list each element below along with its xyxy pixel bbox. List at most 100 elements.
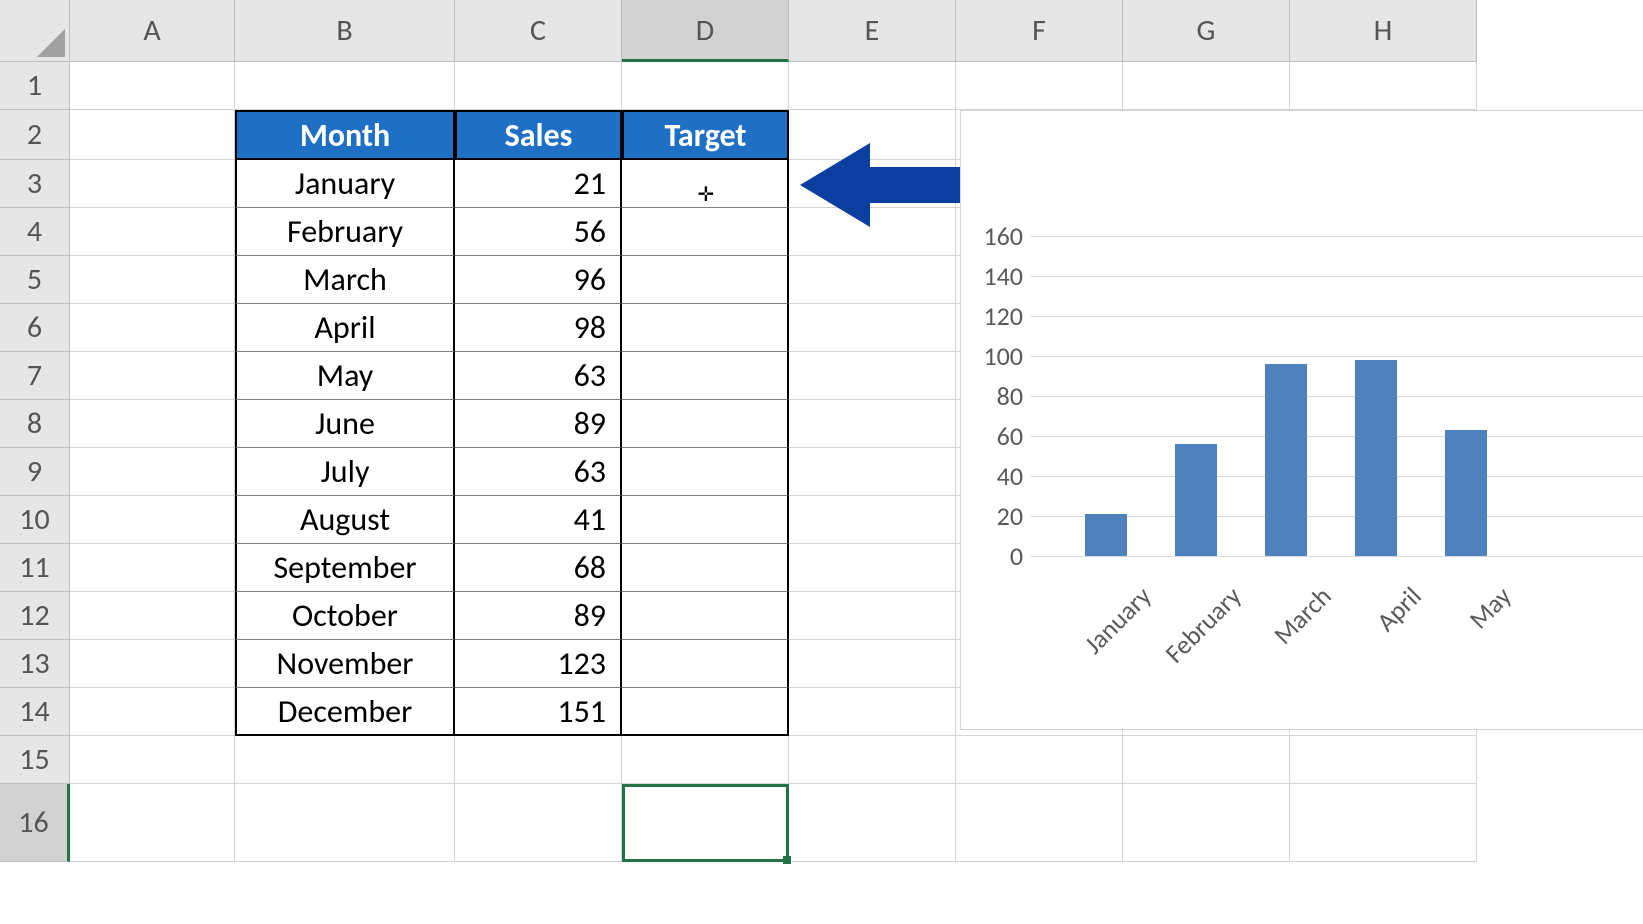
table-cell[interactable]: 56 [455, 208, 622, 256]
cell[interactable] [70, 400, 235, 448]
table-cell[interactable]: 123 [455, 640, 622, 688]
cell[interactable] [70, 352, 235, 400]
cell[interactable] [70, 592, 235, 640]
table-cell[interactable]: 96 [455, 256, 622, 304]
table-cell[interactable]: 68 [455, 544, 622, 592]
row-header-15[interactable]: 15 [0, 736, 70, 784]
cell[interactable] [70, 256, 235, 304]
cell[interactable] [789, 784, 956, 862]
cell[interactable] [235, 784, 455, 862]
cell[interactable] [789, 208, 956, 256]
row-header-3[interactable]: 3 [0, 160, 70, 208]
cell[interactable] [455, 784, 622, 862]
row-header-10[interactable]: 10 [0, 496, 70, 544]
row-header-11[interactable]: 11 [0, 544, 70, 592]
embedded-chart[interactable]: 020406080100120140160JanuaryFebruaryMarc… [960, 110, 1643, 730]
table-cell[interactable]: 63 [455, 448, 622, 496]
cell[interactable] [789, 736, 956, 784]
table-cell[interactable]: July [235, 448, 455, 496]
cell[interactable] [1290, 736, 1477, 784]
table-cell[interactable]: February [235, 208, 455, 256]
chart-bar[interactable] [1085, 514, 1127, 556]
row-header-8[interactable]: 8 [0, 400, 70, 448]
table-cell[interactable] [622, 400, 789, 448]
table-cell[interactable]: 21 [455, 160, 622, 208]
cell[interactable] [70, 736, 235, 784]
table-header[interactable]: Target [622, 110, 789, 160]
table-cell[interactable]: December [235, 688, 455, 736]
row-header-14[interactable]: 14 [0, 688, 70, 736]
cell[interactable] [789, 592, 956, 640]
column-header-C[interactable]: C [455, 0, 622, 62]
cell[interactable] [70, 448, 235, 496]
cell[interactable] [1123, 736, 1290, 784]
row-header-9[interactable]: 9 [0, 448, 70, 496]
row-header-16[interactable]: 16 [0, 784, 70, 862]
row-header-1[interactable]: 1 [0, 62, 70, 110]
cell[interactable] [789, 448, 956, 496]
cell[interactable] [70, 62, 235, 110]
row-header-12[interactable]: 12 [0, 592, 70, 640]
table-header[interactable]: Sales [455, 110, 622, 160]
table-cell[interactable]: January [235, 160, 455, 208]
cell[interactable] [956, 784, 1123, 862]
cell[interactable] [455, 62, 622, 110]
table-cell[interactable]: May [235, 352, 455, 400]
row-header-5[interactable]: 5 [0, 256, 70, 304]
cell[interactable] [70, 640, 235, 688]
cell[interactable] [70, 110, 235, 160]
table-cell[interactable]: 89 [455, 400, 622, 448]
table-cell[interactable]: November [235, 640, 455, 688]
table-cell[interactable] [622, 640, 789, 688]
cell[interactable] [70, 496, 235, 544]
table-cell[interactable]: March [235, 256, 455, 304]
cell[interactable] [70, 784, 235, 862]
column-header-E[interactable]: E [789, 0, 956, 62]
chart-bar[interactable] [1355, 360, 1397, 556]
table-cell[interactable] [622, 544, 789, 592]
table-cell[interactable] [622, 592, 789, 640]
column-header-A[interactable]: A [70, 0, 235, 62]
cell[interactable] [70, 160, 235, 208]
table-cell[interactable]: June [235, 400, 455, 448]
table-cell[interactable]: 98 [455, 304, 622, 352]
select-all-corner[interactable] [0, 0, 70, 62]
cell[interactable] [70, 688, 235, 736]
cell[interactable] [70, 208, 235, 256]
table-cell[interactable]: 151 [455, 688, 622, 736]
row-header-7[interactable]: 7 [0, 352, 70, 400]
cell[interactable] [789, 304, 956, 352]
table-cell[interactable] [622, 256, 789, 304]
chart-bar[interactable] [1265, 364, 1307, 556]
table-cell[interactable] [622, 496, 789, 544]
cell[interactable] [789, 160, 956, 208]
cell[interactable] [789, 688, 956, 736]
table-cell[interactable] [622, 160, 789, 208]
cell[interactable] [622, 784, 789, 862]
cell[interactable] [789, 110, 956, 160]
column-header-H[interactable]: H [1290, 0, 1477, 62]
chart-bar[interactable] [1445, 430, 1487, 556]
chart-bar[interactable] [1175, 444, 1217, 556]
cell[interactable] [1123, 62, 1290, 110]
cell[interactable] [235, 736, 455, 784]
cell[interactable] [1290, 784, 1477, 862]
row-header-4[interactable]: 4 [0, 208, 70, 256]
table-cell[interactable] [622, 304, 789, 352]
cell[interactable] [1123, 784, 1290, 862]
table-cell[interactable]: 89 [455, 592, 622, 640]
cell[interactable] [622, 62, 789, 110]
table-cell[interactable] [622, 448, 789, 496]
cell[interactable] [789, 400, 956, 448]
table-cell[interactable] [622, 688, 789, 736]
cell[interactable] [789, 544, 956, 592]
column-header-B[interactable]: B [235, 0, 455, 62]
cell[interactable] [789, 496, 956, 544]
table-cell[interactable]: September [235, 544, 455, 592]
cell[interactable] [70, 544, 235, 592]
cell[interactable] [789, 640, 956, 688]
cell[interactable] [622, 736, 789, 784]
column-header-F[interactable]: F [956, 0, 1123, 62]
table-cell[interactable]: 41 [455, 496, 622, 544]
cell[interactable] [70, 304, 235, 352]
